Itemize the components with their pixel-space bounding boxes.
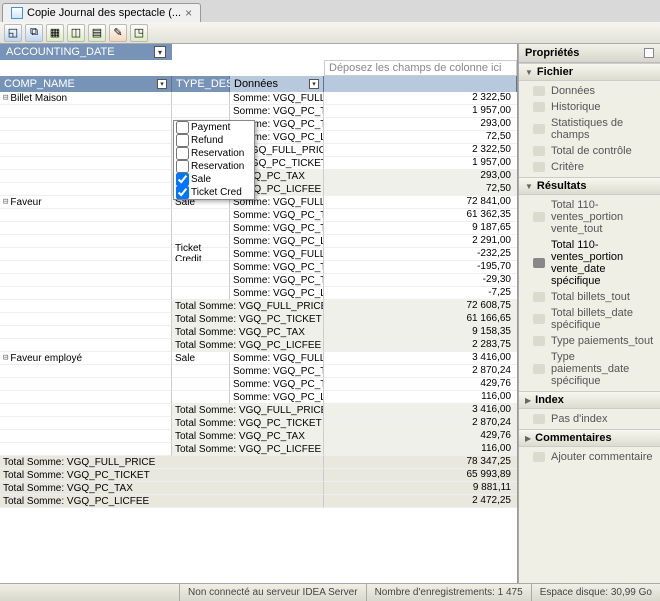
item-icon: [533, 336, 545, 346]
grandtotal-row[interactable]: Total Somme: VGQ_PC_LICFEE2 472,25: [0, 495, 517, 508]
value-column: [324, 76, 517, 92]
toolbar-btn-7[interactable]: ◳: [130, 24, 148, 42]
item-icon: [533, 258, 545, 268]
data-row[interactable]: Somme: VGQ_PC_TAX429,76: [0, 378, 517, 391]
data-row[interactable]: Somme: VGQ_PC_LICFEE116,00: [0, 391, 517, 404]
dropdown-icon[interactable]: ▾: [154, 46, 166, 58]
filter-option[interactable]: Payment: [174, 121, 254, 134]
section-resultats[interactable]: ▼Résultats: [519, 177, 660, 195]
status-disk: Espace disque: 30,99 Go: [531, 584, 660, 601]
data-row[interactable]: Somme: VGQ_PC_TAX-29,30: [0, 274, 517, 287]
pivot-grid: ACCOUNTING_DATE▾ Déposez les champs de c…: [0, 44, 518, 583]
data-row[interactable]: Somme: VGQ_PC_TICKET-195,70: [0, 261, 517, 274]
data-row[interactable]: ⊟Billet MaisonSomme: VGQ_FULL_PRICE2 322…: [0, 92, 517, 105]
subtotal-row[interactable]: Total Somme: VGQ_FULL_PRICE72 608,75: [0, 300, 517, 313]
property-item[interactable]: Type paiements_date spécifique: [519, 349, 660, 389]
filter-option[interactable]: Reservation: [174, 160, 254, 173]
property-item[interactable]: Données: [519, 83, 660, 99]
subtotal-row[interactable]: Total Somme: VGQ_FULL_PRICE3 416,00: [0, 404, 517, 417]
section-fichier[interactable]: ▼Fichier: [519, 63, 660, 81]
toolbar-btn-1[interactable]: ◱: [4, 24, 22, 42]
data-row[interactable]: Somme: VGQ_PC_TAX9 187,65: [0, 222, 517, 235]
data-row[interactable]: ⊟FaveurSaleSomme: VGQ_FULL_PRICE72 841,0…: [0, 196, 517, 209]
property-item[interactable]: Total billets_tout: [519, 289, 660, 305]
section-index[interactable]: ▶Index: [519, 391, 660, 409]
active-tab[interactable]: Copie Journal des spectacle (... ×: [2, 3, 201, 22]
item-icon: [533, 212, 545, 222]
property-item[interactable]: Pas d'index: [519, 411, 660, 427]
item-icon: [533, 452, 545, 462]
property-item[interactable]: Total billets_date spécifique: [519, 305, 660, 333]
filter-option[interactable]: Reservation: [174, 147, 254, 160]
close-icon[interactable]: ×: [185, 6, 192, 20]
data-row[interactable]: Somme: VGQ_PC_LICFEE72,50: [0, 131, 517, 144]
pivot-toolbar: ◱ ⧉ ▦ ◫ ▤ ✎ ◳: [0, 22, 660, 44]
section-comments[interactable]: ▶Commentaires: [519, 429, 660, 447]
field-comp-name[interactable]: COMP_NAME▾: [0, 76, 172, 92]
item-icon: [533, 414, 545, 424]
property-item[interactable]: Statistiques de champs: [519, 115, 660, 143]
property-item[interactable]: Total 110-ventes_portion vente_tout: [519, 197, 660, 237]
item-icon: [533, 314, 545, 324]
status-bar: Non connecté au serveur IDEA Server Nomb…: [0, 583, 660, 601]
data-row[interactable]: e: VGQ_PC_TICKET1 957,00: [0, 157, 517, 170]
property-item[interactable]: Ajouter commentaire: [519, 449, 660, 465]
item-icon: [533, 364, 545, 374]
item-icon: [533, 146, 545, 156]
toolbar-btn-5[interactable]: ▤: [88, 24, 106, 42]
data-row[interactable]: Ticket CreditSomme: VGQ_FULL_PRICE-232,2…: [0, 248, 517, 261]
column-drop-zone[interactable]: Déposez les champs de colonne ici: [324, 60, 517, 76]
subtotal-row[interactable]: Total Somme: VGQ_PC_TAX9 158,35: [0, 326, 517, 339]
toolbar-btn-2[interactable]: ⧉: [25, 24, 43, 42]
properties-title: Propriétés: [519, 44, 660, 63]
toolbar-btn-4[interactable]: ◫: [67, 24, 85, 42]
data-row[interactable]: Somme: VGQ_PC_TICKET61 362,35: [0, 209, 517, 222]
data-row[interactable]: Somme: VGQ_PC_TICKET2 870,24: [0, 365, 517, 378]
property-item[interactable]: Historique: [519, 99, 660, 115]
document-icon: [11, 7, 23, 19]
pin-icon[interactable]: [644, 48, 654, 58]
field-type-desc[interactable]: TYPE_DESC▾: [172, 76, 230, 92]
property-item[interactable]: Critère: [519, 159, 660, 175]
subtotal-row[interactable]: Total Somme: VGQ_PC_TAX293,00: [0, 170, 517, 183]
grandtotal-row[interactable]: Total Somme: VGQ_PC_TICKET65 993,89: [0, 469, 517, 482]
document-tabs: Copie Journal des spectacle (... ×: [0, 0, 660, 22]
subtotal-row[interactable]: Total Somme: VGQ_PC_TAX429,76: [0, 430, 517, 443]
subtotal-row[interactable]: Total Somme: VGQ_PC_TICKET61 166,65: [0, 313, 517, 326]
type-filter-popup[interactable]: PaymentRefundReservationReservationSaleT…: [173, 120, 255, 200]
grandtotal-row[interactable]: Total Somme: VGQ_PC_TAX9 881,11: [0, 482, 517, 495]
subtotal-row[interactable]: Total Somme: VGQ_PC_LICFEE72,50: [0, 183, 517, 196]
data-row[interactable]: e: VGQ_FULL_PRICE2 322,50: [0, 144, 517, 157]
item-icon: [533, 162, 545, 172]
grandtotal-row[interactable]: Total Somme: VGQ_FULL_PRICE78 347,25: [0, 456, 517, 469]
item-icon: [533, 86, 545, 96]
toolbar-btn-3[interactable]: ▦: [46, 24, 64, 42]
subtotal-row[interactable]: Total Somme: VGQ_PC_TICKET2 870,24: [0, 417, 517, 430]
property-item[interactable]: Total 110-ventes_portion vente_date spéc…: [519, 237, 660, 289]
status-server: Non connecté au serveur IDEA Server: [179, 584, 366, 601]
filter-option[interactable]: Refund: [174, 134, 254, 147]
data-row[interactable]: Somme: VGQ_PC_LICFEE-7,25: [0, 287, 517, 300]
filter-option[interactable]: Ticket Cred: [174, 186, 254, 199]
property-item[interactable]: Type paiements_tout: [519, 333, 660, 349]
data-row[interactable]: Somme: VGQ_PC_TICKET1 957,00: [0, 105, 517, 118]
property-item[interactable]: Total de contrôle: [519, 143, 660, 159]
data-row[interactable]: Somme: VGQ_PC_LICFEE2 291,00: [0, 235, 517, 248]
toolbar-btn-6[interactable]: ✎: [109, 24, 127, 42]
subtotal-row[interactable]: Total Somme: VGQ_PC_LICFEE116,00: [0, 443, 517, 456]
field-data[interactable]: Données▾: [230, 76, 324, 92]
filter-option[interactable]: Sale: [174, 173, 254, 186]
field-accounting-date[interactable]: ACCOUNTING_DATE▾: [0, 44, 172, 60]
data-row[interactable]: ⊟Faveur employéSaleSomme: VGQ_FULL_PRICE…: [0, 352, 517, 365]
properties-panel: Propriétés ▼Fichier DonnéesHistoriqueSta…: [518, 44, 660, 583]
item-icon: [533, 292, 545, 302]
subtotal-row[interactable]: Total Somme: VGQ_PC_LICFEE2 283,75: [0, 339, 517, 352]
status-records: Nombre d'enregistrements: 1 475: [366, 584, 531, 601]
item-icon: [533, 124, 545, 134]
tab-title: Copie Journal des spectacle (...: [27, 7, 181, 19]
data-row[interactable]: Somme: VGQ_PC_TAX293,00: [0, 118, 517, 131]
item-icon: [533, 102, 545, 112]
